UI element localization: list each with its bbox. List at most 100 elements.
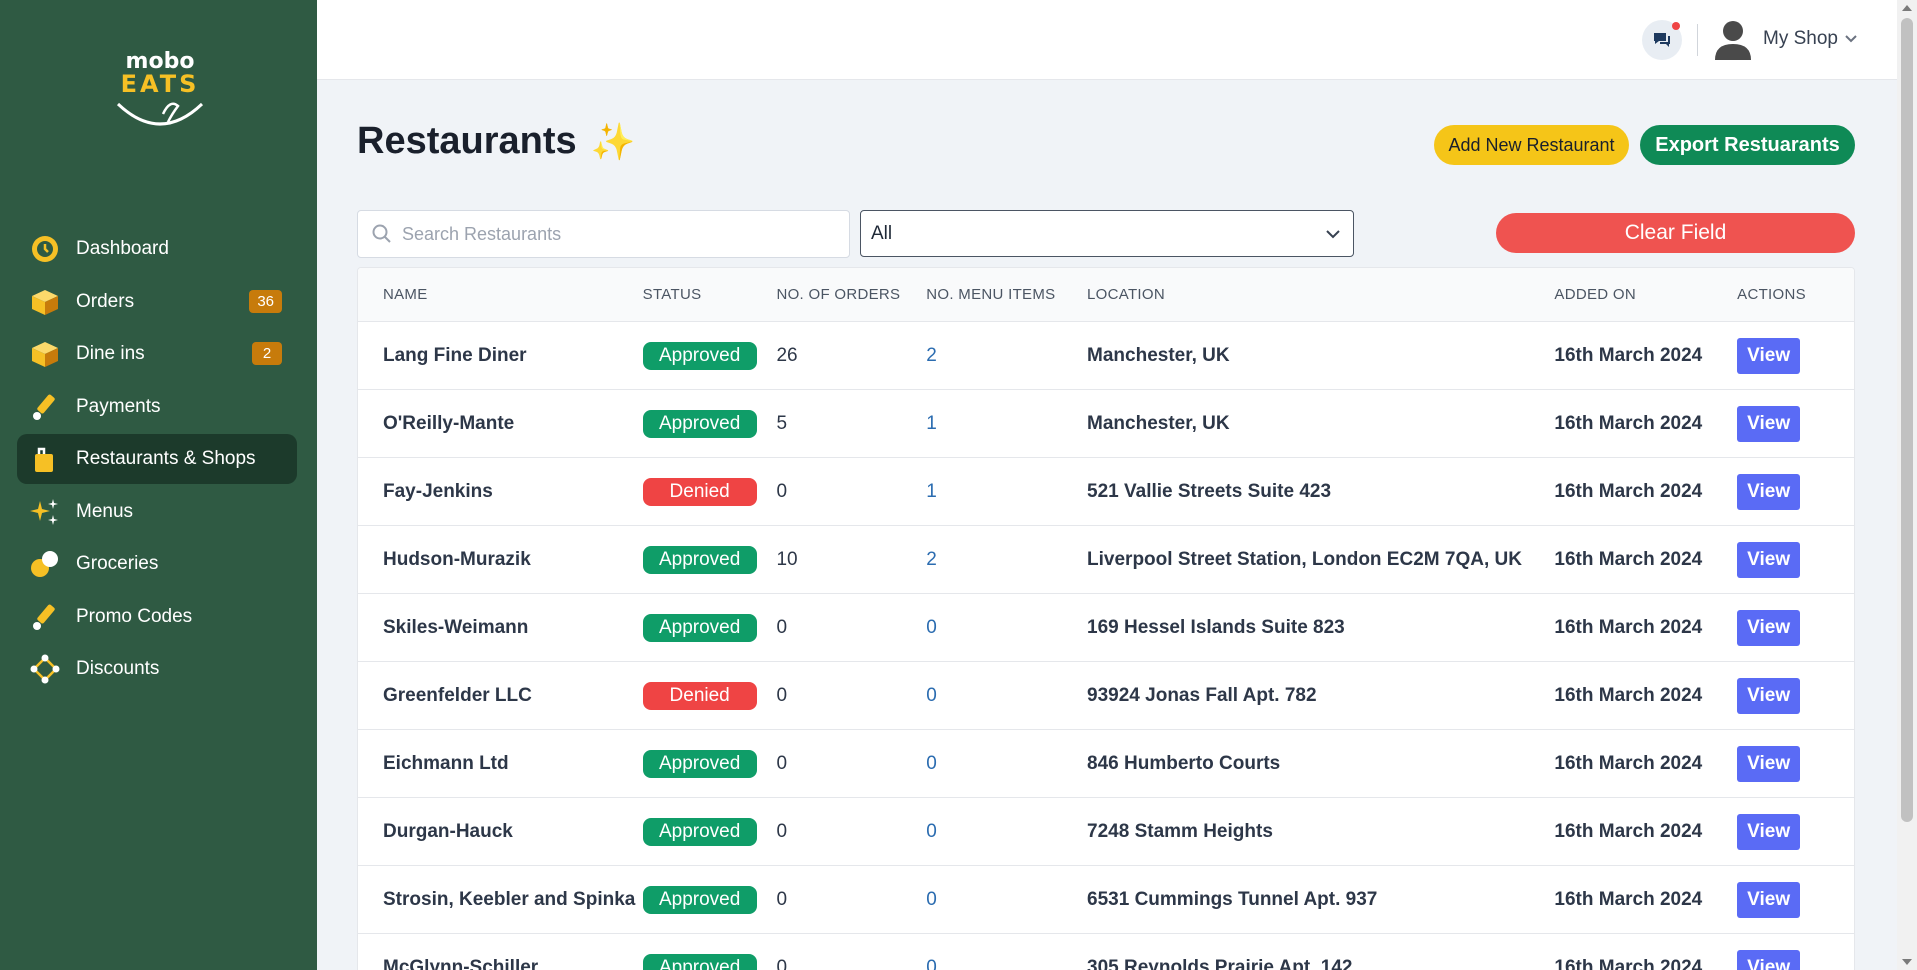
- view-button[interactable]: View: [1737, 473, 1801, 510]
- restaurant-name: Fay-Jenkins: [383, 480, 493, 502]
- table-row[interactable]: Lang Fine Diner Approved 26 2 Manchester, UK…: [358, 322, 1854, 390]
- table-header: NAME STATUS NO. OF ORDERS NO. MENU ITEMS…: [358, 268, 1854, 322]
- actions-cell: View: [1737, 405, 1854, 442]
- messages-button[interactable]: [1642, 20, 1682, 60]
- location: 305 Reynolds Prairie Apt. 142: [1087, 956, 1353, 970]
- box-icon: [30, 287, 60, 317]
- dine-ins-count-badge: 2: [252, 342, 282, 365]
- sidebar-item-label: Restaurants & Shops: [76, 448, 256, 469]
- table-body: Lang Fine Diner Approved 26 2 Manchester, UK…: [358, 322, 1854, 970]
- added-on-date: 16th March 2024: [1554, 820, 1703, 842]
- table-row[interactable]: Hudson-Murazik Approved 10 2 Liverpool Stree…: [358, 526, 1854, 594]
- orders-count: 5: [776, 412, 788, 434]
- location: 93924 Jonas Fall Apt. 782: [1087, 684, 1317, 706]
- actions-cell: View: [1737, 337, 1854, 374]
- search-icon: [372, 224, 391, 243]
- scroll-up-arrow[interactable]: [1902, 5, 1912, 11]
- view-button[interactable]: View: [1737, 881, 1801, 918]
- column-header-menu-items[interactable]: NO. MENU ITEMS: [926, 286, 1087, 303]
- view-button[interactable]: View: [1737, 949, 1801, 970]
- status-badge: Approved: [642, 409, 757, 438]
- orders-count: 0: [776, 684, 788, 706]
- orders-count: 0: [776, 752, 788, 774]
- status-filter-select[interactable]: All: [860, 210, 1354, 257]
- column-header-name[interactable]: NAME: [358, 286, 643, 303]
- location: Manchester, UK: [1087, 344, 1230, 366]
- view-button[interactable]: View: [1737, 677, 1801, 714]
- orders-count: 10: [776, 548, 798, 570]
- orders-count: 0: [776, 616, 788, 638]
- view-button[interactable]: View: [1737, 813, 1801, 850]
- table-row[interactable]: Skiles-Weimann Approved 0 0 169 Hessel Islan…: [358, 594, 1854, 662]
- sidebar-item-label: Discounts: [76, 658, 160, 679]
- add-new-restaurant-button[interactable]: Add New Restaurant: [1434, 125, 1629, 165]
- added-on-date: 16th March 2024: [1554, 616, 1703, 638]
- table-row[interactable]: Eichmann Ltd Approved 0 0 846 Humberto Court…: [358, 730, 1854, 798]
- view-button[interactable]: View: [1737, 609, 1801, 646]
- sidebar-item-promo-codes[interactable]: Promo Codes: [17, 592, 297, 642]
- view-button[interactable]: View: [1737, 405, 1801, 442]
- status-cell: Approved: [642, 749, 777, 778]
- menu-items-count: 0: [926, 616, 937, 638]
- sidebar-item-payments[interactable]: Payments: [17, 382, 297, 432]
- status-badge: Approved: [642, 885, 757, 914]
- added-on-date: 16th March 2024: [1554, 956, 1703, 970]
- topbar-divider: [1697, 24, 1698, 56]
- table-row[interactable]: O'Reilly-Mante Approved 5 1 Manchester, UK 16…: [358, 390, 1854, 458]
- actions-cell: View: [1737, 677, 1854, 714]
- table-row[interactable]: Durgan-Hauck Approved 0 0 7248 Stamm Heights…: [358, 798, 1854, 866]
- sidebar-item-groceries[interactable]: Groceries: [17, 539, 297, 589]
- status-badge: Denied: [642, 681, 757, 710]
- table-row[interactable]: Strosin, Keebler and Spinka Approved 0 0 653…: [358, 866, 1854, 934]
- circles-icon: [30, 549, 60, 579]
- actions-cell: View: [1737, 949, 1854, 970]
- sidebar-item-orders[interactable]: Orders 36: [17, 277, 297, 327]
- added-on-date: 16th March 2024: [1554, 344, 1703, 366]
- sidebar-item-label: Promo Codes: [76, 605, 193, 627]
- sidebar-item-label: Orders: [76, 290, 135, 312]
- pen-icon: [30, 602, 60, 632]
- view-button[interactable]: View: [1737, 337, 1801, 374]
- column-header-actions: ACTIONS: [1737, 286, 1806, 303]
- table-row[interactable]: Fay-Jenkins Denied 0 1 521 Vallie Streets Su…: [358, 458, 1854, 526]
- location: 7248 Stamm Heights: [1087, 820, 1273, 842]
- clear-field-button[interactable]: Clear Field: [1496, 213, 1855, 253]
- status-cell: Approved: [642, 545, 777, 574]
- sidebar-item-dashboard[interactable]: Dashboard: [17, 224, 297, 274]
- orders-count: 0: [776, 956, 788, 970]
- user-name: My Shop: [1763, 28, 1838, 49]
- avatar: [1715, 21, 1751, 60]
- shop-bag-icon: [30, 444, 60, 474]
- search-input[interactable]: [402, 223, 822, 245]
- mobo-eats-logo[interactable]: mobo EATS: [108, 44, 212, 138]
- view-button[interactable]: View: [1737, 541, 1801, 578]
- export-restaurants-button[interactable]: Export Restuarants: [1640, 125, 1855, 165]
- sidebar-item-dine-ins[interactable]: Dine ins 2: [17, 329, 297, 379]
- column-header-added-on[interactable]: ADDED ON: [1554, 286, 1737, 303]
- actions-cell: View: [1737, 813, 1854, 850]
- added-on-date: 16th March 2024: [1554, 412, 1703, 434]
- search-box: [357, 210, 850, 258]
- sidebar-item-discounts[interactable]: Discounts: [17, 644, 297, 694]
- table-row[interactable]: McGlynn-Schiller Approved 0 0 305 Reynolds P…: [358, 934, 1854, 970]
- status-cell: Approved: [642, 409, 777, 438]
- scroll-thumb[interactable]: [1901, 18, 1913, 822]
- scroll-down-arrow[interactable]: [1902, 959, 1912, 965]
- column-header-status[interactable]: STATUS: [643, 286, 777, 303]
- sidebar-item-menus[interactable]: Menus: [17, 487, 297, 537]
- menu-items-count: 0: [926, 684, 937, 706]
- user-menu[interactable]: My Shop: [1713, 18, 1858, 60]
- table-row[interactable]: Greenfelder LLC Denied 0 0 93924 Jonas Fall …: [358, 662, 1854, 730]
- sparkles-icon: [30, 497, 60, 527]
- restaurant-name: Greenfelder LLC: [383, 684, 532, 706]
- box-icon: [30, 339, 60, 369]
- sidebar: mobo EATS Dashboard Orders 36 Dine ins 2: [0, 0, 317, 970]
- view-button[interactable]: View: [1737, 745, 1801, 782]
- column-header-orders[interactable]: NO. OF ORDERS: [776, 286, 926, 303]
- sidebar-item-restaurants-shops[interactable]: Restaurants & Shops: [17, 434, 297, 484]
- restaurant-name: McGlynn-Schiller: [383, 956, 539, 970]
- pen-icon: [30, 392, 60, 422]
- column-header-location[interactable]: LOCATION: [1087, 286, 1554, 303]
- page-scrollbar[interactable]: [1897, 0, 1917, 970]
- status-badge: Approved: [642, 341, 757, 370]
